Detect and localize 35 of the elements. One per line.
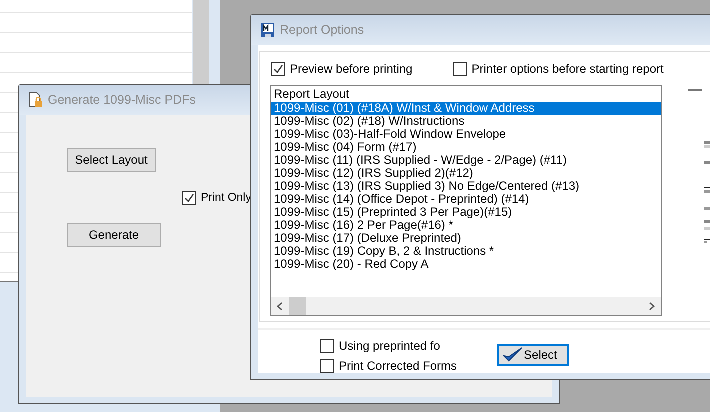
list-item[interactable]: 1099-Misc (02) (#18) W/Instructions <box>271 115 661 128</box>
checkbox-label: Print Only <box>201 192 252 204</box>
list-item[interactable]: 1099-Misc (14) (Office Depot - Preprinted) (#14) <box>271 193 661 206</box>
list-header: Report Layout <box>273 86 350 102</box>
scroll-right-icon[interactable] <box>648 302 656 310</box>
list-item[interactable]: 1099-Misc (03)-Half-Fold Window Envelope <box>271 128 661 141</box>
checkbox-label: Using preprinted fo <box>339 339 440 353</box>
horizontal-scrollbar[interactable] <box>271 297 661 315</box>
list-item[interactable]: 1099-Misc (17) (Deluxe Preprinted) <box>271 232 661 245</box>
generate-button[interactable]: Generate <box>67 223 161 247</box>
checkbox[interactable] <box>320 359 334 373</box>
checkbox[interactable] <box>182 191 196 205</box>
list-item[interactable]: 1099-Misc (15) (Preprinted 3 Per Page)(#15) <box>271 206 661 219</box>
locked-document-icon <box>29 92 43 108</box>
list-item[interactable]: 1099-Misc (01) (#18A) W/Inst & Window Address <box>271 102 661 115</box>
list-item[interactable]: 1099-Misc (20) - Red Copy A <box>271 258 661 271</box>
checkbox-label: Print Corrected Forms <box>339 359 458 373</box>
checkbox[interactable] <box>452 62 467 76</box>
list-item[interactable]: 1099-Misc (16) 2 Per Page(#16) * <box>271 219 661 232</box>
checkmark-icon <box>503 347 524 363</box>
checkbox-label: Printer options before starting report <box>472 62 664 76</box>
scroll-left-icon[interactable] <box>276 302 284 310</box>
window-title: Report Options <box>280 23 364 37</box>
checkbox[interactable] <box>271 62 285 76</box>
scroll-thumb[interactable] <box>289 297 306 315</box>
list-item[interactable]: 1099-Misc (04) Form (#17) <box>271 141 661 154</box>
checkbox-label: Preview before printing <box>290 62 413 76</box>
list-item[interactable]: 1099-Misc (12) (IRS Supplied 2)(#12) <box>271 167 661 180</box>
window-title: Generate 1099-Misc PDFs <box>48 93 196 107</box>
list-item[interactable]: 1099-Misc (13) (IRS Supplied 3) No Edge/Centered (#13) <box>271 180 661 193</box>
select-layout-button[interactable]: Select Layout <box>67 148 156 172</box>
list-item[interactable]: 1099-Misc (19) Copy B, 2 & Instructions * <box>271 245 661 258</box>
checkbox[interactable] <box>320 339 334 353</box>
select-button[interactable]: Select <box>497 344 570 366</box>
list-item[interactable]: 1099-Misc (11) (IRS Supplied - W/Edge - 2/Page) (#11) <box>271 154 661 167</box>
